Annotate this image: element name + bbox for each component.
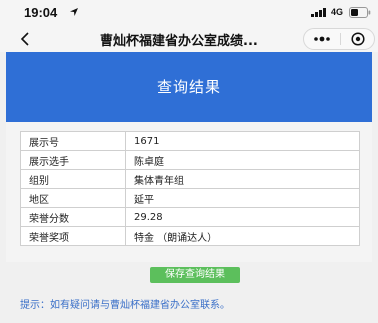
table-row: 组别 集体青年组 — [20, 169, 360, 189]
location-arrow-icon — [70, 8, 78, 16]
row-value: 特金 （朗诵达人） — [125, 226, 360, 246]
close-mini-program-button[interactable] — [341, 29, 375, 49]
signal-bars-icon — [311, 8, 326, 17]
nav-bar: 曹灿杯福建省办公室成绩... — [0, 26, 378, 52]
back-button[interactable] — [14, 27, 36, 51]
row-value: 延平 — [125, 188, 360, 208]
header-banner: 查询结果 — [6, 52, 372, 122]
table-row: 荣誉奖项 特金 （朗诵达人） — [20, 226, 360, 246]
table-row: 展示号 1671 — [20, 131, 360, 151]
table-row: 荣誉分数 29.28 — [20, 207, 360, 227]
row-label: 荣誉分数 — [20, 207, 126, 227]
target-close-icon — [351, 32, 365, 46]
chevron-left-icon — [20, 32, 29, 46]
save-result-button[interactable]: 保存查询结果 — [150, 267, 240, 283]
row-value: 1671 — [125, 131, 360, 151]
row-label: 展示选手 — [20, 150, 126, 170]
row-label: 地区 — [20, 188, 126, 208]
more-button[interactable] — [304, 29, 340, 49]
status-time: 19:04 — [24, 5, 58, 20]
network-label: 4G — [331, 7, 344, 17]
row-label: 荣誉奖项 — [20, 226, 126, 246]
battery-icon — [349, 7, 371, 18]
row-value: 集体青年组 — [125, 169, 360, 189]
page-title: 曹灿杯福建省办公室成绩... — [100, 34, 258, 49]
contact-tip: 提示：如有疑问请与曹灿杯福建省办公室联系。 — [20, 300, 230, 311]
status-bar: 19:04 4G — [0, 0, 378, 26]
result-card: 展示号 1671 展示选手 陈卓庭 组别 集体青年组 地区 延平 荣誉分数 29… — [6, 122, 372, 262]
result-table: 展示号 1671 展示选手 陈卓庭 组别 集体青年组 地区 延平 荣誉分数 29… — [20, 131, 360, 246]
mini-program-capsule — [303, 28, 375, 50]
row-value: 29.28 — [125, 207, 360, 227]
row-label: 组别 — [20, 169, 126, 189]
more-dots-icon — [314, 36, 330, 42]
row-value: 陈卓庭 — [125, 150, 360, 170]
header-title: 查询结果 — [156, 78, 221, 96]
screen: 19:04 4G 曹灿杯福建省办公室成绩... 查询结果 展示号 1671 展示… — [0, 0, 378, 323]
table-row: 地区 延平 — [20, 188, 360, 208]
table-row: 展示选手 陈卓庭 — [20, 150, 360, 170]
row-label: 展示号 — [20, 131, 126, 151]
